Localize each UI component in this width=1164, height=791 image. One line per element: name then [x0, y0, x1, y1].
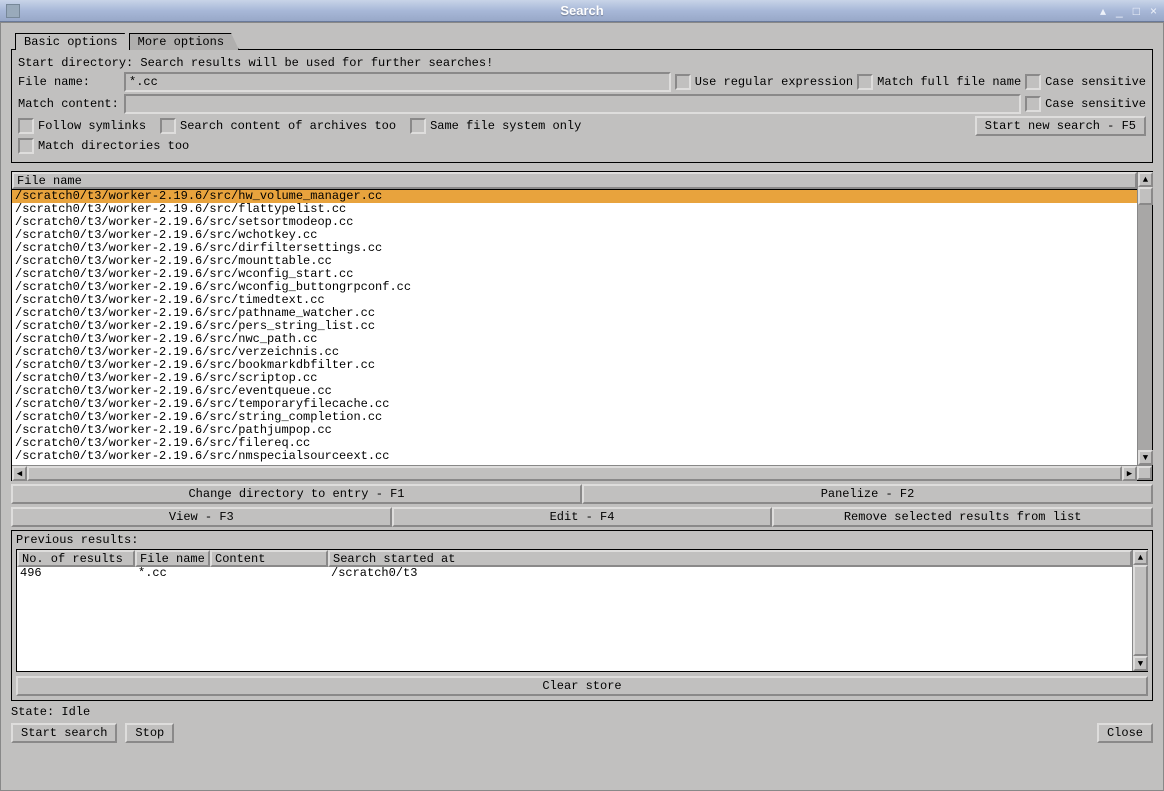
scroll-down-icon[interactable]: ▼ — [1133, 656, 1148, 671]
previous-results-label: Previous results: — [16, 533, 1148, 547]
matchdirs-checkbox[interactable] — [18, 138, 34, 154]
options-body: Start directory: Search results will be … — [11, 49, 1153, 163]
prev-header-num[interactable]: No. of results — [17, 550, 135, 567]
status-label: State: Idle — [11, 705, 1153, 719]
filename-input[interactable] — [124, 72, 671, 92]
view-button[interactable]: View - F3 — [11, 507, 392, 527]
result-row[interactable]: /scratch0/t3/worker-2.19.6/src/nmspecial… — [12, 450, 1137, 463]
samefs-checkbox[interactable] — [410, 118, 426, 134]
prev-header-filename[interactable]: File name — [135, 550, 210, 567]
rollup-icon[interactable]: ▴ — [1097, 4, 1109, 18]
matchdirs-label: Match directories too — [38, 139, 189, 153]
results-scrollbar-vertical[interactable]: ▲ ▼ — [1137, 172, 1152, 465]
maximize-icon[interactable]: □ — [1130, 4, 1143, 18]
window-body: Basic options More options Start directo… — [0, 22, 1164, 791]
previous-scrollbar-vertical[interactable]: ▲ ▼ — [1132, 550, 1147, 671]
stop-button[interactable]: Stop — [125, 723, 174, 743]
remove-selected-button[interactable]: Remove selected results from list — [772, 507, 1153, 527]
scroll-up-icon[interactable]: ▲ — [1133, 550, 1148, 565]
matchfull-checkbox[interactable] — [857, 74, 873, 90]
previous-results-panel: Previous results: No. of results File na… — [11, 530, 1153, 701]
results-header-row: File name — [12, 172, 1137, 190]
tab-row: Basic options More options — [11, 33, 1153, 50]
panelize-button[interactable]: Panelize - F2 — [582, 484, 1153, 504]
titlebar: Search ▴ _ □ × — [0, 0, 1164, 22]
casesens2-checkbox[interactable] — [1025, 96, 1041, 112]
scroll-right-icon[interactable]: ▶ — [1122, 466, 1137, 481]
clear-store-button[interactable]: Clear store — [16, 676, 1148, 696]
window-title: Search — [560, 3, 603, 18]
follow-symlinks-label: Follow symlinks — [38, 119, 146, 133]
casesens-label: Case sensitive — [1045, 75, 1146, 89]
previous-results-table: No. of results File name Content pattern… — [16, 549, 1148, 672]
scroll-left-icon[interactable]: ◀ — [12, 466, 27, 481]
scroll-down-icon[interactable]: ▼ — [1138, 450, 1153, 465]
tab-more-options[interactable]: More options — [129, 33, 239, 50]
previous-headers: No. of results File name Content pattern… — [17, 550, 1132, 567]
edit-button[interactable]: Edit - F4 — [392, 507, 773, 527]
footer-row: Start search Stop Close — [11, 723, 1153, 743]
close-button[interactable]: Close — [1097, 723, 1153, 743]
regex-label: Use regular expression — [695, 75, 853, 89]
minimize-icon[interactable]: _ — [1113, 4, 1126, 18]
results-scrollbar-horizontal[interactable]: ◀ ▶ — [12, 465, 1152, 480]
previous-results-body[interactable]: 496*.cc/scratch0/t3 — [17, 567, 1132, 671]
regex-checkbox[interactable] — [675, 74, 691, 90]
archives-checkbox[interactable] — [160, 118, 176, 134]
start-directory-hint: Start directory: Search results will be … — [18, 56, 493, 70]
action-row-2: View - F3 Edit - F4 Remove selected resu… — [11, 507, 1153, 527]
app-icon — [6, 4, 20, 18]
tab-basic-options[interactable]: Basic options — [15, 33, 133, 50]
samefs-label: Same file system only — [430, 119, 581, 133]
start-search-button[interactable]: Start search — [11, 723, 117, 743]
results-panel: File name /scratch0/t3/worker-2.19.6/src… — [11, 171, 1153, 481]
prev-header-started[interactable]: Search started at — [328, 550, 1132, 567]
casesens2-label: Case sensitive — [1045, 97, 1146, 111]
results-list[interactable]: /scratch0/t3/worker-2.19.6/src/hw_volume… — [12, 190, 1137, 465]
archives-label: Search content of archives too — [180, 119, 396, 133]
close-icon[interactable]: × — [1147, 4, 1160, 18]
start-new-search-button[interactable]: Start new search - F5 — [975, 116, 1146, 136]
prev-header-content[interactable]: Content pattern — [210, 550, 328, 567]
casesens-checkbox[interactable] — [1025, 74, 1041, 90]
window-controls: ▴ _ □ × — [1097, 4, 1160, 18]
action-row-1: Change directory to entry - F1 Panelize … — [11, 484, 1153, 504]
options-container: Basic options More options Start directo… — [11, 33, 1153, 163]
clear-store-row: Clear store — [16, 676, 1148, 696]
follow-symlinks-checkbox[interactable] — [18, 118, 34, 134]
change-directory-button[interactable]: Change directory to entry - F1 — [11, 484, 582, 504]
matchfull-label: Match full file name — [877, 75, 1021, 89]
scroll-up-icon[interactable]: ▲ — [1138, 172, 1153, 187]
filename-label: File name: — [18, 75, 120, 89]
matchcontent-label: Match content: — [18, 97, 120, 111]
matchcontent-input[interactable] — [124, 94, 1021, 114]
results-header-filename[interactable]: File name — [12, 172, 1137, 189]
previous-result-row[interactable]: 496*.cc/scratch0/t3 — [17, 567, 1132, 580]
